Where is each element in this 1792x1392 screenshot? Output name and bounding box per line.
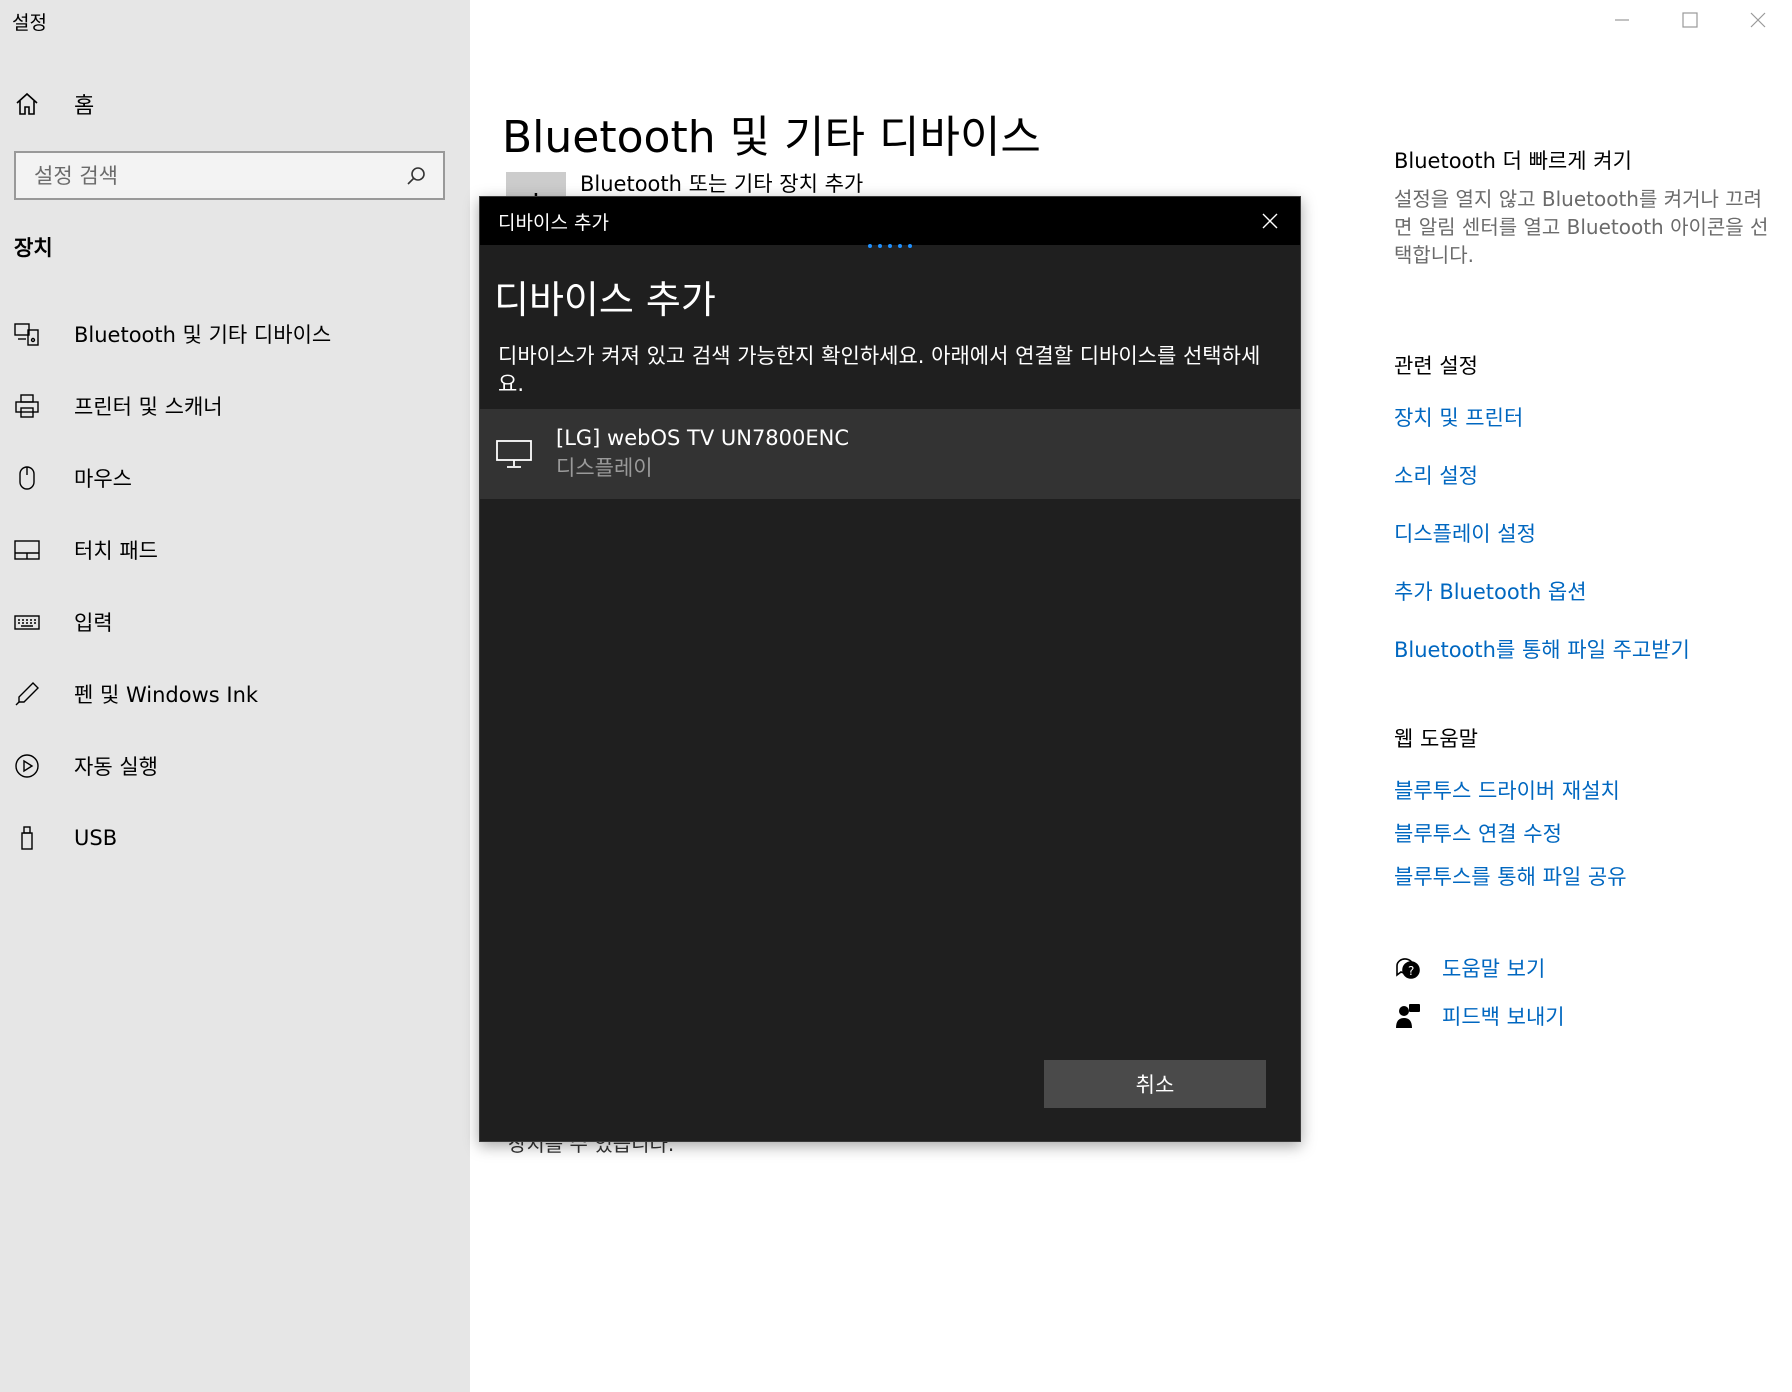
app-title: 설정 [12, 12, 47, 34]
device-text: [LG] webOS TV UN7800ENC 디스플레이 [556, 426, 849, 482]
maximize-button[interactable] [1656, 0, 1724, 40]
link-more-bluetooth-options[interactable]: 추가 Bluetooth 옵션 [1394, 576, 1774, 606]
dialog-close-button[interactable] [1258, 209, 1282, 233]
quick-heading: Bluetooth 더 빠르게 켜기 [1394, 149, 1632, 173]
related-heading: 관련 설정 [1394, 354, 1478, 378]
autoplay-icon [14, 753, 40, 779]
link-reinstall-driver[interactable]: 블루투스 드라이버 재설치 [1394, 775, 1774, 805]
sidebar-item-touchpad[interactable]: 터치 패드 [0, 514, 470, 586]
help-chat-icon: ? [1396, 958, 1420, 979]
home-label: 홈 [74, 94, 95, 119]
link-bluetooth-file-transfer[interactable]: Bluetooth를 통해 파일 주고받기 [1394, 634, 1774, 664]
device-name: [LG] webOS TV UN7800ENC [556, 426, 850, 450]
quick-text: 설정을 열지 않고 Bluetooth를 켜거나 끄려면 알림 센터를 열고 B… [1394, 187, 1769, 267]
help-link[interactable]: 도움말 보기 [1442, 953, 1545, 983]
link-devices-printers[interactable]: 장치 및 프린터 [1394, 402, 1774, 432]
add-device-dialog: 디바이스 추가 디바이스 추가 디바이스가 켜져 있고 검색 가능한지 확인하세… [479, 196, 1301, 1142]
minimize-button[interactable] [1588, 0, 1656, 40]
close-icon [1262, 213, 1278, 229]
sidebar-nav: Bluetooth 및 기타 디바이스 프린터 및 스캐너 마우스 터치 패드 … [0, 298, 470, 874]
sidebar-item-label: 마우스 [74, 467, 132, 491]
sidebar-item-label: Bluetooth 및 기타 디바이스 [74, 323, 332, 347]
printer-icon [14, 393, 40, 419]
dialog-description: 디바이스가 켜져 있고 검색 가능한지 확인하세요. 아래에서 연결할 디바이스… [498, 344, 1261, 396]
home-nav-item[interactable]: 홈 [14, 88, 94, 120]
maximize-icon [1682, 12, 1698, 28]
sidebar-item-label: 입력 [74, 611, 113, 635]
sidebar-item-label: 펜 및 Windows Ink [74, 683, 259, 707]
dialog-titlebar: 디바이스 추가 [480, 197, 1300, 248]
link-share-files[interactable]: 블루투스를 통해 파일 공유 [1394, 861, 1774, 891]
search-box[interactable] [14, 151, 445, 200]
dialog-heading: 디바이스 추가 [494, 278, 716, 322]
search-icon[interactable] [405, 165, 427, 187]
sidebar-item-printers[interactable]: 프린터 및 스캐너 [0, 370, 470, 442]
web-help: 웹 도움말 블루투스 드라이버 재설치 블루투스 연결 수정 블루투스를 통해 … [1394, 723, 1774, 891]
minimize-icon [1615, 19, 1629, 21]
page-title: Bluetooth 및 기타 디바이스 [502, 112, 1041, 164]
sidebar-item-autoplay[interactable]: 자동 실행 [0, 730, 470, 802]
close-icon [1750, 12, 1766, 28]
help-actions: ? 도움말 보기 피드백 보내기 [1394, 953, 1565, 1049]
touchpad-icon [14, 537, 40, 563]
add-device-label: Bluetooth 또는 기타 장치 추가 [580, 172, 864, 196]
sidebar: 설정 홈 장치 Bluetooth 및 기타 디바이스 프린터 및 스캐너 [0, 0, 470, 1392]
feedback-icon [1396, 1004, 1420, 1028]
home-icon [16, 92, 38, 115]
monitor-icon [496, 440, 532, 468]
mouse-icon [14, 465, 40, 491]
progress-indicator [868, 244, 912, 248]
feedback-row[interactable]: 피드백 보내기 [1394, 1001, 1565, 1031]
sidebar-item-bluetooth[interactable]: Bluetooth 및 기타 디바이스 [0, 298, 470, 370]
bluetooth-devices-icon [14, 321, 40, 347]
link-sound-settings[interactable]: 소리 설정 [1394, 460, 1774, 490]
keyboard-icon [14, 609, 40, 635]
link-display-settings[interactable]: 디스플레이 설정 [1394, 518, 1774, 548]
sidebar-item-pen[interactable]: 펜 및 Windows Ink [0, 658, 470, 730]
related-settings: 관련 설정 장치 및 프린터 소리 설정 디스플레이 설정 추가 Bluetoo… [1394, 350, 1774, 664]
sidebar-item-label: 자동 실행 [74, 755, 158, 779]
pen-icon [14, 681, 40, 707]
search-input[interactable] [32, 162, 405, 189]
close-button[interactable] [1724, 0, 1792, 40]
right-panel: Bluetooth 더 빠르게 켜기 설정을 열지 않고 Bluetooth를 … [1394, 145, 1774, 1029]
device-type: 디스플레이 [556, 456, 653, 480]
sidebar-item-mouse[interactable]: 마우스 [0, 442, 470, 514]
sidebar-item-label: USB [74, 826, 118, 850]
cancel-button[interactable]: 취소 [1044, 1060, 1266, 1108]
sidebar-item-label: 프린터 및 스캐너 [74, 395, 223, 419]
link-fix-connection[interactable]: 블루투스 연결 수정 [1394, 818, 1774, 848]
dialog-window-title: 디바이스 추가 [498, 211, 609, 234]
feedback-link[interactable]: 피드백 보내기 [1442, 1001, 1565, 1031]
sidebar-item-typing[interactable]: 입력 [0, 586, 470, 658]
sidebar-item-usb[interactable]: USB [0, 802, 470, 874]
device-list-item[interactable]: [LG] webOS TV UN7800ENC 디스플레이 [480, 409, 1300, 499]
window-controls [1588, 0, 1792, 40]
web-help-heading: 웹 도움말 [1394, 727, 1478, 751]
section-header: 장치 [14, 236, 53, 260]
sidebar-item-label: 터치 패드 [74, 539, 158, 563]
svg-text:?: ? [1408, 964, 1414, 978]
usb-icon [14, 825, 40, 851]
get-help-row[interactable]: ? 도움말 보기 [1394, 953, 1565, 983]
